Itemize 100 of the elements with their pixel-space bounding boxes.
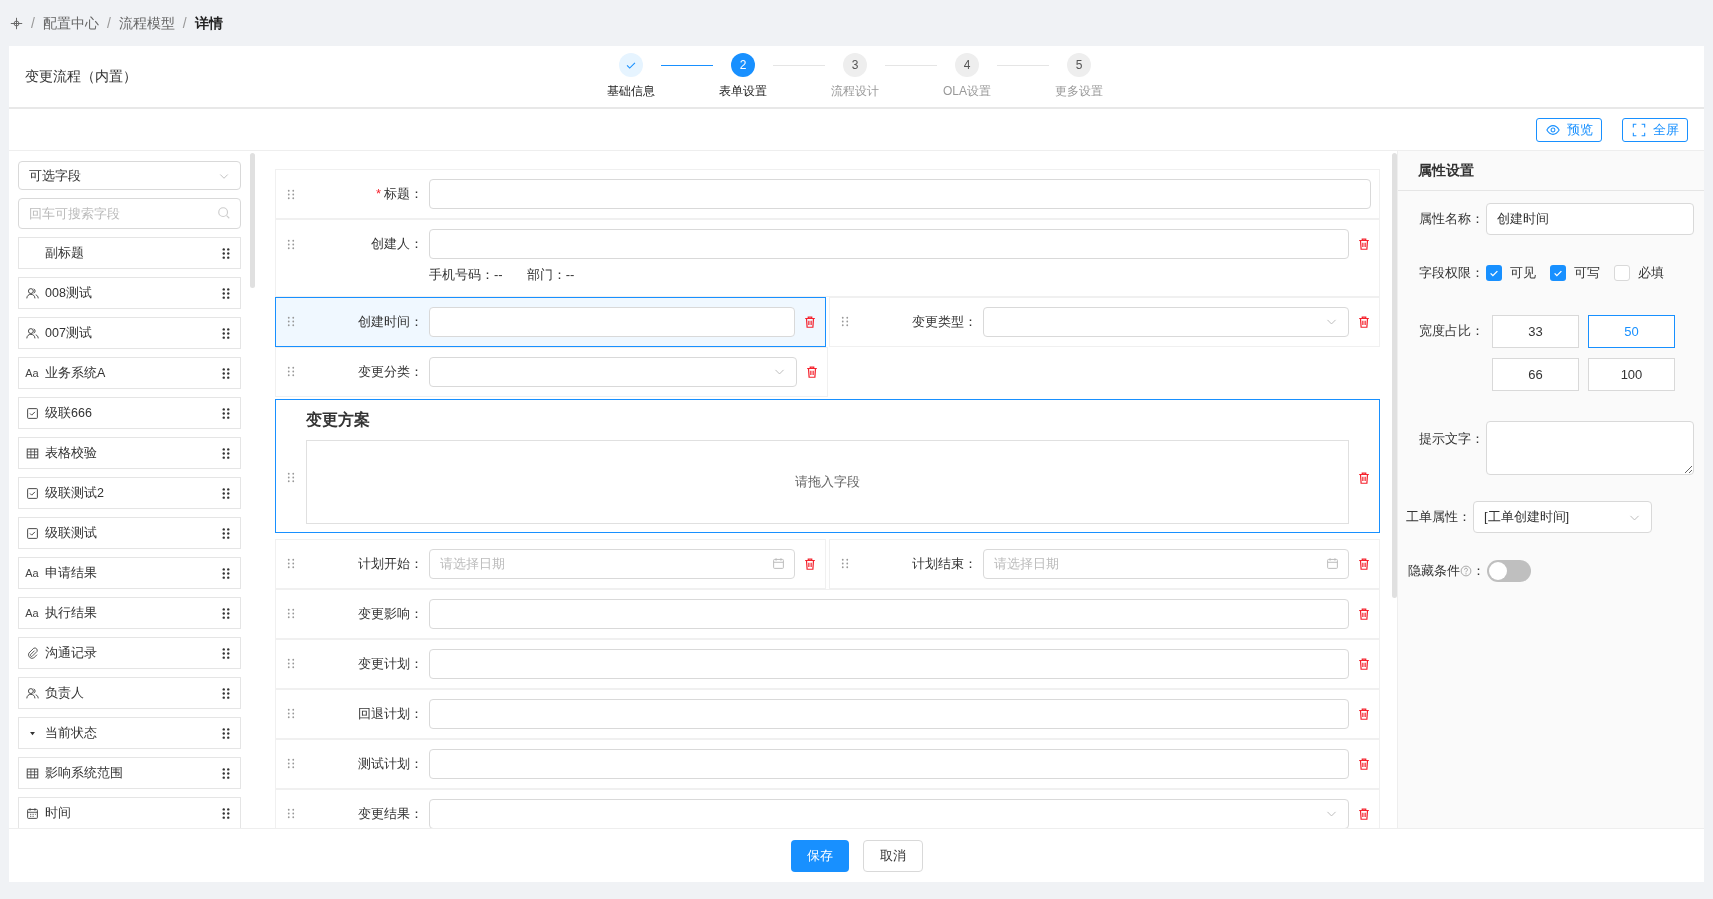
calendar-icon: [1326, 556, 1339, 570]
field-item-label: 影响系统范围: [45, 764, 124, 782]
breadcrumb-separator: /: [106, 13, 111, 33]
drag-dots-icon: [220, 246, 232, 260]
help-icon: [1460, 565, 1472, 577]
expand-icon: [1631, 122, 1647, 137]
input-field[interactable]: [429, 179, 1371, 209]
field-label: 计划开始：: [358, 554, 423, 573]
field-item-label: 业务系统A: [45, 364, 107, 382]
section-title: 变更方案: [306, 409, 371, 430]
form-field-row[interactable]: 创建人： 手机号码：-- 部门：--: [275, 219, 1380, 297]
input-field[interactable]: [429, 748, 1349, 779]
drag-dots-icon: [220, 686, 232, 700]
eye-icon: [1545, 122, 1561, 137]
field-item[interactable]: Aa 业务系统A: [18, 357, 241, 389]
input-field[interactable]: [429, 306, 795, 337]
drag-dots-icon: [220, 526, 232, 540]
field-item[interactable]: 级联测试2: [18, 477, 241, 509]
field-info-text: 手机号码：--: [429, 266, 503, 284]
field-item[interactable]: 008测试: [18, 277, 241, 309]
search-icon: [217, 206, 231, 220]
field-item[interactable]: 沟通记录: [18, 637, 241, 669]
drag-handle-icon: [285, 187, 297, 201]
select-field[interactable]: [983, 306, 1349, 337]
field-item-label: 表格校验: [45, 444, 98, 462]
form-field-row[interactable]: 变更结果：: [275, 788, 1380, 828]
date-field[interactable]: 请选择日期: [983, 548, 1349, 579]
form-field-row[interactable]: 变更分类：: [275, 346, 828, 397]
field-label: 变更分类：: [358, 362, 423, 381]
table-icon: [25, 446, 39, 460]
checkbox-label: 可写: [1574, 264, 1600, 283]
field-item[interactable]: 当前状态: [18, 717, 241, 749]
form-field-row[interactable]: * 标题：: [275, 169, 1380, 219]
date-field[interactable]: 请选择日期: [429, 548, 795, 579]
select-field[interactable]: [429, 798, 1349, 828]
field-type-dropdown[interactable]: 可选字段: [18, 161, 241, 190]
form-field-row[interactable]: 计划结束： 请选择日期: [829, 538, 1380, 589]
width-option-button[interactable]: 100: [1588, 358, 1675, 391]
calendar-icon: [772, 556, 785, 570]
breadcrumb-link[interactable]: 流程模型: [118, 12, 175, 34]
cancel-button[interactable]: 取消: [862, 839, 923, 872]
drag-dots-icon: [220, 566, 232, 580]
field-item[interactable]: 007测试: [18, 317, 241, 349]
form-field-row[interactable]: 测试计划：: [275, 738, 1380, 789]
checkbox[interactable]: [1550, 265, 1566, 281]
form-section[interactable]: 变更方案 请拖入字段: [275, 398, 1380, 533]
field-item-label: 沟通记录: [45, 644, 98, 662]
step-label: 更多设置: [1055, 83, 1103, 100]
field-item-label: 时间: [45, 804, 72, 822]
form-field-row[interactable]: 计划开始： 请选择日期: [275, 538, 826, 589]
checkbox[interactable]: [1486, 265, 1502, 281]
table-icon: [25, 766, 39, 780]
field-label: 创建人：: [371, 235, 423, 254]
field-item[interactable]: 表格校验: [18, 437, 241, 469]
select-field[interactable]: [工单创建时间]: [1473, 501, 1652, 533]
field-item[interactable]: 负责人: [18, 677, 241, 709]
step-number: 3: [843, 53, 867, 77]
property-label: 隐藏条件: [1408, 562, 1460, 581]
checkbox-label: 可见: [1510, 264, 1536, 283]
textarea-field[interactable]: [1486, 421, 1694, 475]
input-field[interactable]: [429, 598, 1349, 629]
drag-handle-icon: [285, 471, 297, 484]
width-option-button[interactable]: 66: [1492, 358, 1579, 391]
page-title: 变更流程（内置）: [25, 68, 137, 84]
input-field[interactable]: [429, 229, 1349, 259]
drag-handle-icon: [839, 315, 851, 328]
text-type-icon: Aa: [25, 564, 39, 582]
step-number: 4: [955, 53, 979, 77]
drag-dots-icon: [220, 486, 232, 500]
select-field[interactable]: [429, 356, 797, 387]
field-item[interactable]: 级联666: [18, 397, 241, 429]
field-item-label: 级联666: [45, 404, 93, 422]
search-field[interactable]: 回车可搜索字段: [18, 198, 241, 229]
input-field[interactable]: 创建时间: [1486, 203, 1694, 235]
step-label: 流程设计: [831, 83, 879, 100]
toggle-switch[interactable]: [1487, 560, 1531, 582]
drag-dots-icon: [220, 406, 232, 420]
breadcrumb-link[interactable]: 配置中心: [42, 12, 99, 34]
step-label: 基础信息: [607, 83, 655, 100]
field-item[interactable]: 时间: [18, 797, 241, 828]
input-field[interactable]: [429, 648, 1349, 679]
width-option-button[interactable]: 33: [1492, 315, 1579, 348]
field-label: 变更类型：: [912, 312, 977, 331]
input-field[interactable]: [429, 698, 1349, 729]
drop-zone[interactable]: 请拖入字段: [306, 439, 1349, 524]
field-item[interactable]: 级联测试: [18, 517, 241, 549]
form-field-row[interactable]: 变更类型：: [829, 296, 1380, 347]
field-item[interactable]: 影响系统范围: [18, 757, 241, 789]
input-value: 创建时间: [1497, 210, 1549, 229]
form-field-row[interactable]: 变更计划：: [275, 638, 1380, 689]
field-item[interactable]: Aa 执行结果: [18, 597, 241, 629]
form-field-row[interactable]: 创建时间：: [275, 296, 826, 347]
form-field-row[interactable]: 回退计划：: [275, 688, 1380, 739]
form-field-row[interactable]: 变更影响：: [275, 588, 1380, 639]
checkbox-label: 必填: [1638, 264, 1664, 283]
checkbox[interactable]: [1614, 265, 1630, 281]
field-item[interactable]: Aa 申请结果: [18, 557, 241, 589]
field-item[interactable]: 副标题: [18, 237, 241, 269]
paperclip-icon: [25, 646, 39, 660]
checkbox-icon: [25, 406, 39, 420]
